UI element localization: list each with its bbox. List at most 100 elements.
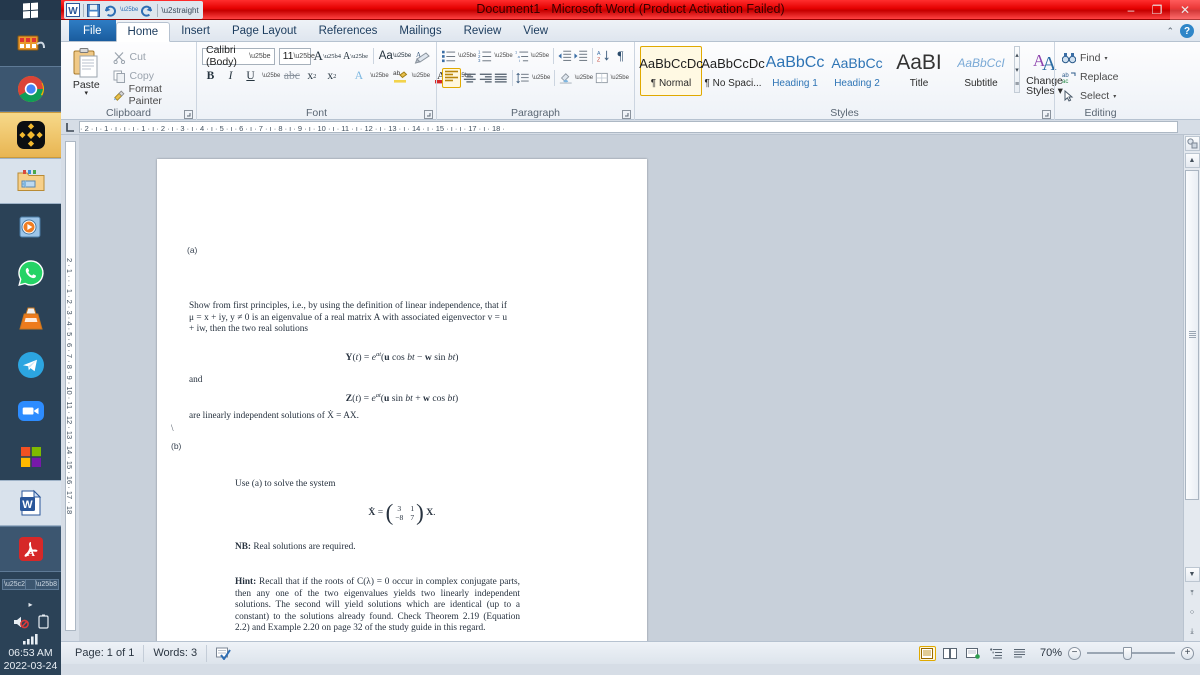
status-words[interactable]: Words: 3 bbox=[144, 644, 208, 662]
line-spacing-icon[interactable] bbox=[516, 72, 530, 85]
taskbar-item-whatsapp[interactable] bbox=[0, 250, 61, 296]
styles-dialog-launcher[interactable] bbox=[1042, 110, 1051, 119]
font-dialog-launcher[interactable] bbox=[424, 110, 433, 119]
show-marks-button[interactable]: ¶ bbox=[612, 47, 629, 65]
taskbar-item-zoom-app[interactable] bbox=[0, 388, 61, 434]
style-heading-2[interactable]: AaBbCc Heading 2 bbox=[826, 46, 888, 96]
restore-button[interactable]: ❐ bbox=[1144, 0, 1170, 20]
help-icon[interactable]: ? bbox=[1180, 24, 1194, 38]
tab-view[interactable]: View bbox=[512, 21, 559, 41]
text-effects-button[interactable]: A bbox=[350, 67, 367, 85]
battery-icon[interactable] bbox=[37, 614, 49, 629]
tab-mailings[interactable]: Mailings bbox=[388, 21, 452, 41]
cut-button[interactable]: Cut bbox=[111, 48, 192, 67]
status-page[interactable]: Page: 1 of 1 bbox=[66, 644, 145, 662]
style-no-spacing[interactable]: AaBbCcDc ¶ No Spaci... bbox=[701, 46, 765, 96]
tab-file[interactable]: File bbox=[69, 20, 116, 41]
multilevel-list-icon[interactable]: 1ai bbox=[515, 49, 529, 63]
change-case-button[interactable]: Aa \u25be bbox=[379, 47, 411, 65]
zoom-slider[interactable] bbox=[1087, 646, 1175, 660]
document-page[interactable]: (a) Show from first principles, i.e., by… bbox=[157, 159, 647, 641]
document-area[interactable]: (a) Show from first principles, i.e., by… bbox=[79, 135, 1200, 641]
view-draft[interactable] bbox=[1011, 646, 1028, 661]
view-outline[interactable] bbox=[988, 646, 1005, 661]
tab-selector-button[interactable] bbox=[61, 120, 79, 135]
grow-font-button[interactable]: A \u25b4 bbox=[314, 47, 341, 65]
borders-arrow[interactable]: \u25be bbox=[611, 75, 629, 81]
subscript-button[interactable]: x2 bbox=[303, 67, 320, 85]
bullets-arrow[interactable]: \u25be bbox=[458, 53, 476, 59]
paragraph-dialog-launcher[interactable] bbox=[622, 110, 631, 119]
increase-indent-icon[interactable] bbox=[574, 49, 588, 63]
shading-icon[interactable] bbox=[559, 71, 573, 85]
zoom-slider-thumb[interactable] bbox=[1123, 646, 1132, 660]
taskbar-item-telegram[interactable] bbox=[0, 342, 61, 388]
taskbar-scroll[interactable]: \u25c2 \u25b8 bbox=[2, 579, 59, 590]
taskbar-item-word[interactable]: W bbox=[0, 480, 61, 526]
previous-page-button[interactable]: ⤒ bbox=[1185, 586, 1200, 601]
status-proofing[interactable] bbox=[207, 645, 240, 662]
style-normal[interactable]: AaBbCcDc ¶ Normal bbox=[639, 46, 703, 96]
font-name-combo[interactable]: Calibri (Body) \u25be bbox=[202, 44, 275, 68]
justify-icon[interactable] bbox=[494, 72, 508, 85]
align-left-button[interactable] bbox=[442, 68, 461, 88]
taskbar-scroll-thumb[interactable] bbox=[25, 580, 36, 589]
horizontal-ruler[interactable]: · 2 · ı · 1 · ı · ı · ı · 1 · ı · 2 · ı … bbox=[79, 121, 1178, 133]
taskbar-item-file-explorer[interactable] bbox=[0, 158, 61, 204]
tab-home[interactable]: Home bbox=[115, 22, 171, 42]
zoom-in-button[interactable]: + bbox=[1181, 646, 1194, 660]
collapse-ribbon-icon[interactable]: ⌃ bbox=[1166, 26, 1174, 37]
align-right-icon[interactable] bbox=[479, 72, 493, 85]
style-heading-1[interactable]: AaBbCс Heading 1 bbox=[764, 46, 826, 96]
select-arrow[interactable]: ▾ bbox=[1113, 93, 1116, 100]
font-size-combo[interactable]: 11 \u25be bbox=[278, 47, 315, 65]
styles-scroll-down[interactable]: ▾ bbox=[1015, 62, 1019, 77]
style-subtitle[interactable]: AaBbCcI Subtitle bbox=[950, 46, 1012, 96]
underline-button[interactable]: U bbox=[242, 67, 259, 85]
taskbar-scroll-right[interactable]: \u25b8 bbox=[36, 581, 57, 588]
multilevel-arrow[interactable]: \u25be bbox=[531, 53, 549, 59]
styles-scroll-up[interactable]: ▴ bbox=[1015, 47, 1019, 62]
style-title[interactable]: AaBІ Title bbox=[888, 46, 950, 96]
view-full-screen-reading[interactable] bbox=[942, 646, 959, 661]
taskbar-item-binance[interactable] bbox=[0, 112, 61, 158]
taskbar-item-media-player[interactable] bbox=[0, 204, 61, 250]
start-button[interactable] bbox=[0, 0, 61, 20]
zoom-level[interactable]: 70% bbox=[1040, 647, 1062, 659]
view-print-layout[interactable] bbox=[918, 645, 936, 661]
underline-dropdown-arrow[interactable]: \u25be bbox=[262, 73, 280, 79]
tray-overflow[interactable]: ▸ bbox=[0, 596, 61, 613]
tab-references[interactable]: References bbox=[308, 21, 389, 41]
scroll-down-button[interactable]: ▼ bbox=[1184, 567, 1200, 582]
tray-clock-time[interactable]: 06:53 AM bbox=[0, 647, 61, 660]
shrink-font-button[interactable]: A \u25be bbox=[343, 47, 368, 65]
tab-review[interactable]: Review bbox=[453, 21, 513, 41]
font-name-arrow[interactable]: \u25be bbox=[249, 53, 273, 60]
taskbar-item-acrobat[interactable]: A bbox=[0, 526, 61, 572]
shading-arrow[interactable]: \u25be bbox=[575, 75, 593, 81]
paste-dropdown-arrow[interactable]: ▾ bbox=[84, 90, 88, 97]
clear-formatting-button[interactable]: A bbox=[414, 47, 431, 65]
vertical-ruler[interactable]: 2 · 1 · · · 1 · 2 · 3 · 4 · 5 · 6 · 7 · … bbox=[65, 141, 76, 631]
close-button[interactable]: ✕ bbox=[1170, 0, 1200, 20]
taskbar-item-chrome[interactable] bbox=[0, 66, 61, 112]
select-browse-object-button[interactable] bbox=[1184, 136, 1200, 151]
line-spacing-arrow[interactable]: \u25be bbox=[532, 75, 550, 81]
scroll-thumb[interactable] bbox=[1185, 170, 1199, 500]
taskbar-item-media-film[interactable] bbox=[0, 20, 61, 66]
text-effects-arrow[interactable]: \u25be bbox=[370, 73, 388, 79]
numbering-arrow[interactable]: \u25be bbox=[494, 53, 512, 59]
highlight-arrow[interactable]: \u25be bbox=[412, 73, 430, 79]
italic-button[interactable]: I bbox=[222, 67, 239, 85]
tray-network[interactable] bbox=[0, 630, 61, 647]
zoom-out-button[interactable]: − bbox=[1068, 646, 1081, 660]
styles-gallery-scroll[interactable]: ▴ ▾ ≡ bbox=[1014, 46, 1021, 93]
find-arrow[interactable]: ▾ bbox=[1104, 55, 1107, 62]
tray-clock-date[interactable]: 2022-03-24 bbox=[0, 660, 61, 673]
select-button[interactable]: Select ▾ bbox=[1060, 87, 1141, 106]
strikethrough-button[interactable]: abc bbox=[283, 67, 300, 85]
bold-button[interactable]: B bbox=[202, 67, 219, 85]
find-button[interactable]: Find ▾ bbox=[1060, 49, 1141, 68]
paste-button[interactable]: Paste ▾ bbox=[66, 45, 107, 107]
taskbar-item-vlc[interactable] bbox=[0, 296, 61, 342]
